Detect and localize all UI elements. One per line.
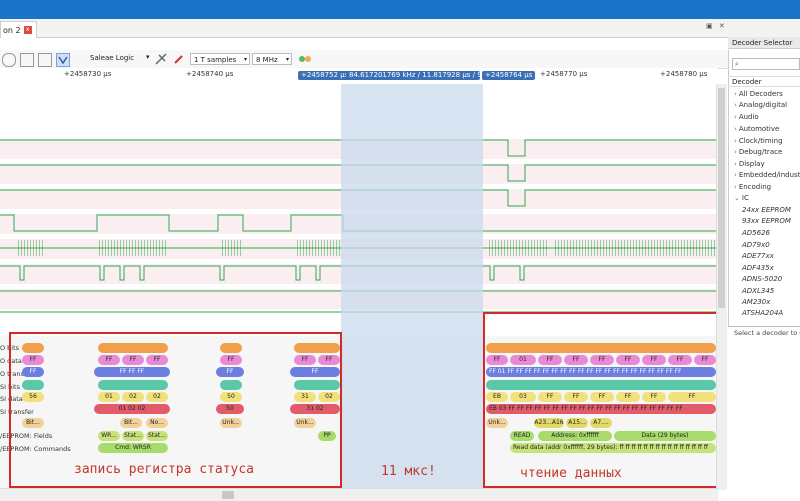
chevron-right-icon: › bbox=[734, 101, 737, 109]
pane-controls[interactable]: ▣ ✕ bbox=[706, 22, 727, 30]
save-icon[interactable] bbox=[20, 53, 34, 67]
chevron-right-icon: › bbox=[734, 148, 737, 156]
annotation-interval: 11 мкс! bbox=[381, 464, 436, 479]
pen-icon[interactable] bbox=[173, 53, 185, 65]
measurement-selection[interactable] bbox=[341, 84, 483, 490]
search-icon: ⌕ bbox=[735, 60, 739, 68]
time-axis: +2458730 µs +2458740 µs +2458770 µs +245… bbox=[0, 68, 718, 85]
close-icon[interactable]: x bbox=[23, 26, 32, 34]
decoder-search-input[interactable]: ⌕ bbox=[732, 58, 800, 70]
chevron-right-icon: › bbox=[734, 171, 737, 179]
zoom-icon[interactable] bbox=[2, 53, 16, 67]
tab-label: on 2 bbox=[3, 25, 21, 35]
decoder-panel-title: Decoder Selector bbox=[728, 37, 800, 49]
category-label: Debug/trace bbox=[738, 148, 783, 156]
decoder-item[interactable]: ATSHA204A bbox=[742, 309, 783, 317]
rate-value: 8 MHz bbox=[256, 56, 278, 64]
chevron-right-icon: › bbox=[734, 160, 737, 168]
tab-session[interactable]: on 2 x bbox=[0, 21, 37, 38]
run-icon[interactable] bbox=[298, 53, 311, 65]
scroll-thumb[interactable] bbox=[222, 491, 234, 499]
tree-category[interactable]: › Clock/timing bbox=[734, 137, 783, 145]
category-label: Audio bbox=[738, 113, 759, 121]
category-label: Display bbox=[738, 160, 765, 168]
device-label: Saleae Logic bbox=[90, 54, 135, 62]
tree-category[interactable]: › Automotive bbox=[734, 125, 779, 133]
tree-category[interactable]: › Encoding bbox=[734, 183, 771, 191]
tree-category-ic[interactable]: ⌄ IC bbox=[734, 194, 749, 202]
annotation-read-data: чтение данных bbox=[520, 466, 622, 481]
decoder-item[interactable]: ADNS-5020 bbox=[742, 275, 782, 283]
tree-category[interactable]: › Debug/trace bbox=[734, 148, 782, 156]
decoder-column-header: Decoder bbox=[728, 76, 800, 87]
decoder-hint: Select a decoder to s bbox=[734, 329, 800, 337]
samples-select[interactable]: 1 T samples ▾ bbox=[190, 53, 250, 65]
tree-category[interactable]: › Embedded/industr bbox=[734, 171, 800, 179]
category-label: Automotive bbox=[738, 125, 780, 133]
tab-bar: on 2 x bbox=[0, 19, 800, 38]
decoder-item[interactable]: 93xx EEPROM bbox=[742, 217, 791, 225]
decoder-item[interactable]: AD79x0 bbox=[742, 241, 770, 249]
chevron-down-icon[interactable]: ▾ bbox=[146, 53, 150, 61]
cursor-marker-right[interactable]: +2458764 µs bbox=[482, 71, 536, 80]
chevron-right-icon: › bbox=[734, 125, 737, 133]
decoder-info-pane bbox=[728, 326, 800, 501]
chevron-right-icon: › bbox=[734, 113, 737, 121]
samples-value: 1 T samples bbox=[194, 56, 237, 64]
trigger-icon[interactable] bbox=[56, 53, 70, 67]
scroll-thumb[interactable] bbox=[718, 88, 725, 308]
chevron-right-icon: › bbox=[734, 137, 737, 145]
decoder-item[interactable]: AD5626 bbox=[742, 229, 770, 237]
tick-label: +2458780 µs bbox=[660, 70, 708, 78]
vertical-scrollbar[interactable] bbox=[716, 84, 727, 490]
settings-icon[interactable] bbox=[38, 53, 52, 67]
decoder-item[interactable]: ADF435x bbox=[742, 264, 774, 272]
category-label: Analog/digital bbox=[738, 101, 788, 109]
category-label: IC bbox=[741, 194, 749, 202]
annotation-write-status: запись регистра статуса bbox=[74, 462, 255, 477]
category-label: Clock/timing bbox=[738, 137, 783, 145]
tick-label: +2458770 µs bbox=[540, 70, 588, 78]
tree-category[interactable]: › All Decoders bbox=[734, 90, 783, 98]
tree-category[interactable]: › Audio bbox=[734, 113, 759, 121]
category-label: Encoding bbox=[738, 183, 772, 191]
annotation-box-read bbox=[483, 312, 725, 488]
tree-category[interactable]: › Display bbox=[734, 160, 765, 168]
rate-select[interactable]: 8 MHz ▾ bbox=[252, 53, 292, 65]
cursor-marker-left[interactable]: +2458752 µs bbox=[298, 71, 352, 80]
window-title-bar bbox=[0, 0, 800, 19]
tree-category[interactable]: › Analog/digital bbox=[734, 101, 787, 109]
category-label: All Decoders bbox=[738, 90, 783, 98]
toolbar: Saleae Logic ▾ 1 T samples ▾ 8 MHz ▾ bbox=[0, 50, 728, 69]
chevron-right-icon: › bbox=[734, 90, 737, 98]
decoder-item[interactable]: 24xx EEPROM bbox=[742, 206, 791, 214]
category-label: Embedded/industr bbox=[738, 171, 800, 179]
decoder-item[interactable]: ADE77xx bbox=[742, 252, 774, 260]
decoder-item[interactable]: AM230x bbox=[742, 298, 770, 306]
decoder-item[interactable]: ADXL345 bbox=[742, 287, 774, 295]
probe-icon[interactable] bbox=[155, 53, 167, 65]
chevron-right-icon: › bbox=[734, 183, 737, 191]
horizontal-scrollbar[interactable] bbox=[0, 488, 718, 501]
chevron-down-icon: ⌄ bbox=[734, 194, 740, 202]
tick-label: +2458740 µs bbox=[186, 70, 234, 78]
tick-label: +2458730 µs bbox=[64, 70, 112, 78]
measurement-marker[interactable]: 84.617201769 kHz / 11.817928 µs / 94 bbox=[346, 71, 480, 80]
